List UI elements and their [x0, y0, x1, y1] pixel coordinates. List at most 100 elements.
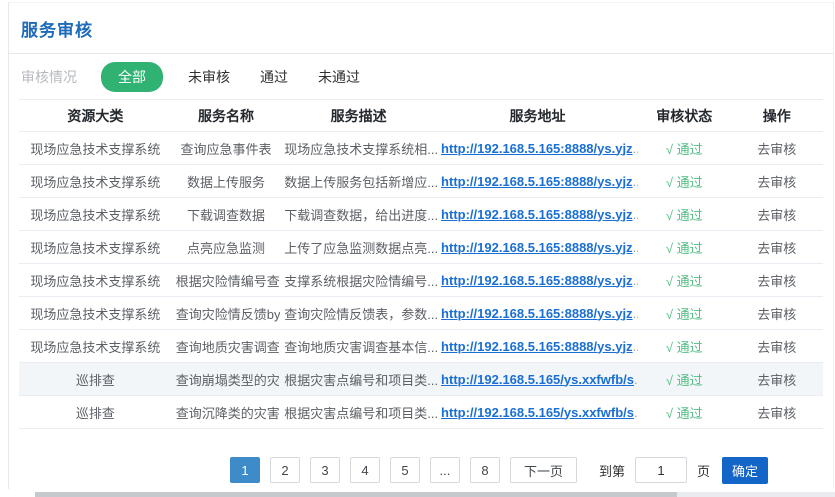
cell-category: 现场应急技术支撑系统	[19, 198, 172, 231]
service-url-link[interactable]: http://192.168.5.165:8888/ys.yjz...	[441, 240, 638, 255]
url-ellipsis: ...	[633, 306, 638, 321]
url-text: http://192.168.5.165/ys.xxfwfb/s	[441, 372, 634, 387]
cell-category: 现场应急技术支撑系统	[19, 132, 172, 165]
service-review-table: 资源大类 服务名称 服务描述 服务地址 审核状态 操作 现场应急技术支撑系统 查…	[19, 99, 823, 429]
service-url-link[interactable]: http://192.168.5.165:8888/ys.yjz...	[441, 339, 638, 354]
status-badge: √ 通过	[666, 175, 703, 190]
go-review-link[interactable]: 去审核	[757, 340, 796, 355]
filter-tab-failed[interactable]: 未通过	[318, 67, 360, 87]
horizontal-scrollbar-thumb[interactable]	[35, 492, 677, 497]
status-badge: √ 通过	[666, 340, 703, 355]
cell-category: 现场应急技术支撑系统	[19, 165, 172, 198]
cell-category: 现场应急技术支撑系统	[19, 231, 172, 264]
url-text: http://192.168.5.165:8888/ys.yjz	[441, 240, 633, 255]
cell-service-name: 查询沉降类的灾害点...	[172, 396, 281, 429]
cell-service-name: 查询应急事件表	[172, 132, 281, 165]
cell-description: 支撑系统根据灾险情编号...	[280, 264, 437, 297]
header-service-desc: 服务描述	[280, 100, 437, 132]
url-ellipsis: ...	[633, 174, 638, 189]
cell-service-name: 点亮应急监测	[172, 231, 281, 264]
header-service-name: 服务名称	[172, 100, 281, 132]
url-text: http://192.168.5.165:8888/ys.yjz	[441, 207, 633, 222]
service-url-link[interactable]: http://192.168.5.165:8888/ys.yjz...	[441, 141, 638, 156]
page-button-5[interactable]: 5	[390, 457, 420, 483]
table-row: 现场应急技术支撑系统 点亮应急监测 上传了应急监测数据点亮... http://…	[19, 231, 823, 264]
service-url-link[interactable]: http://192.168.5.165:8888/ys.yjz...	[441, 273, 638, 288]
cell-service-name: 查询地质灾害调查基...	[172, 330, 281, 363]
goto-page-unit: 页	[697, 461, 710, 480]
page-button-3[interactable]: 3	[310, 457, 340, 483]
cell-description: 上传了应急监测数据点亮...	[280, 231, 437, 264]
status-badge: √ 通过	[666, 274, 703, 289]
cell-category: 现场应急技术支撑系统	[19, 297, 172, 330]
service-url-link[interactable]: http://192.168.5.165:8888/ys.yjz...	[441, 306, 638, 321]
panel-header: 服务审核	[9, 3, 833, 54]
table-header-row: 资源大类 服务名称 服务描述 服务地址 审核状态 操作	[19, 100, 823, 132]
cell-description: 查询灾险情反馈表，参数...	[280, 297, 437, 330]
page-title: 服务审核	[21, 21, 93, 40]
header-service-url: 服务地址	[437, 100, 638, 132]
service-url-link[interactable]: http://192.168.5.165/ys.xxfwfb/s...	[441, 405, 638, 420]
url-ellipsis: ...	[633, 141, 638, 156]
cell-category: 现场应急技术支撑系统	[19, 330, 172, 363]
go-review-link[interactable]: 去审核	[757, 373, 796, 388]
filter-tab-passed[interactable]: 通过	[260, 67, 288, 87]
go-review-link[interactable]: 去审核	[757, 274, 796, 289]
page-button-2[interactable]: 2	[270, 457, 300, 483]
status-badge: √ 通过	[666, 241, 703, 256]
cell-service-name: 下载调查数据	[172, 198, 281, 231]
status-badge: √ 通过	[666, 142, 703, 157]
url-ellipsis: ...	[633, 339, 638, 354]
filter-tab-all[interactable]: 全部	[101, 62, 163, 92]
url-text: http://192.168.5.165:8888/ys.yjz	[441, 306, 633, 321]
table-row: 现场应急技术支撑系统 查询应急事件表 现场应急技术支撑系统相... http:/…	[19, 132, 823, 165]
cell-service-name: 数据上传服务	[172, 165, 281, 198]
go-review-link[interactable]: 去审核	[757, 406, 796, 421]
url-ellipsis: ...	[634, 372, 638, 387]
confirm-button[interactable]: 确定	[722, 457, 768, 484]
goto-page-input[interactable]	[635, 457, 687, 483]
status-badge: √ 通过	[666, 307, 703, 322]
table-row: 现场应急技术支撑系统 数据上传服务 数据上传服务包括新增应... http://…	[19, 165, 823, 198]
url-text: http://192.168.5.165/ys.xxfwfb/s	[441, 405, 634, 420]
cell-description: 数据上传服务包括新增应...	[280, 165, 437, 198]
cell-description: 查询地质灾害调查基本信...	[280, 330, 437, 363]
service-url-link[interactable]: http://192.168.5.165:8888/ys.yjz...	[441, 174, 638, 189]
url-ellipsis: ...	[633, 273, 638, 288]
page-button-1[interactable]: 1	[230, 457, 260, 483]
goto-page-label: 到第	[599, 461, 625, 480]
service-url-link[interactable]: http://192.168.5.165/ys.xxfwfb/s...	[441, 372, 638, 387]
go-review-link[interactable]: 去审核	[757, 142, 796, 157]
cell-category: 巡排查	[19, 396, 172, 429]
status-badge: √ 通过	[666, 208, 703, 223]
go-review-link[interactable]: 去审核	[757, 175, 796, 190]
cell-category: 现场应急技术支撑系统	[19, 264, 172, 297]
table-row: 现场应急技术支撑系统 下载调查数据 下载调查数据，给出进度... http://…	[19, 198, 823, 231]
go-review-link[interactable]: 去审核	[757, 307, 796, 322]
go-review-link[interactable]: 去审核	[757, 241, 796, 256]
page-button-8[interactable]: 8	[470, 457, 500, 483]
table-row: 巡排查 查询崩塌类型的灾害... 根据灾害点编号和项目类... http://1…	[19, 363, 823, 396]
cell-description: 现场应急技术支撑系统相...	[280, 132, 437, 165]
filter-tab-unreviewed[interactable]: 未审核	[188, 67, 230, 87]
cell-service-name: 查询灾险情反馈byZ...	[172, 297, 281, 330]
page-button-4[interactable]: 4	[350, 457, 380, 483]
next-page-button[interactable]: 下一页	[510, 457, 577, 483]
status-badge: √ 通过	[666, 373, 703, 388]
filter-label: 审核情况	[21, 67, 77, 87]
cell-description: 根据灾害点编号和项目类...	[280, 396, 437, 429]
go-review-link[interactable]: 去审核	[757, 208, 796, 223]
table-row: 巡排查 查询沉降类的灾害点... 根据灾害点编号和项目类... http://1…	[19, 396, 823, 429]
cell-description: 下载调查数据，给出进度...	[280, 198, 437, 231]
url-text: http://192.168.5.165:8888/ys.yjz	[441, 141, 633, 156]
service-url-link[interactable]: http://192.168.5.165:8888/ys.yjz...	[441, 207, 638, 222]
table-row: 现场应急技术支撑系统 查询灾险情反馈byZ... 查询灾险情反馈表，参数... …	[19, 297, 823, 330]
cell-service-name: 查询崩塌类型的灾害...	[172, 363, 281, 396]
filter-bar: 审核情况 全部 未审核 通过 未通过	[9, 54, 833, 99]
url-ellipsis: ...	[633, 240, 638, 255]
status-badge: √ 通过	[666, 406, 703, 421]
page-ellipsis[interactable]: ...	[430, 457, 460, 483]
cell-service-name: 根据灾险情编号查询...	[172, 264, 281, 297]
url-ellipsis: ...	[633, 207, 638, 222]
url-ellipsis: ...	[634, 405, 638, 420]
